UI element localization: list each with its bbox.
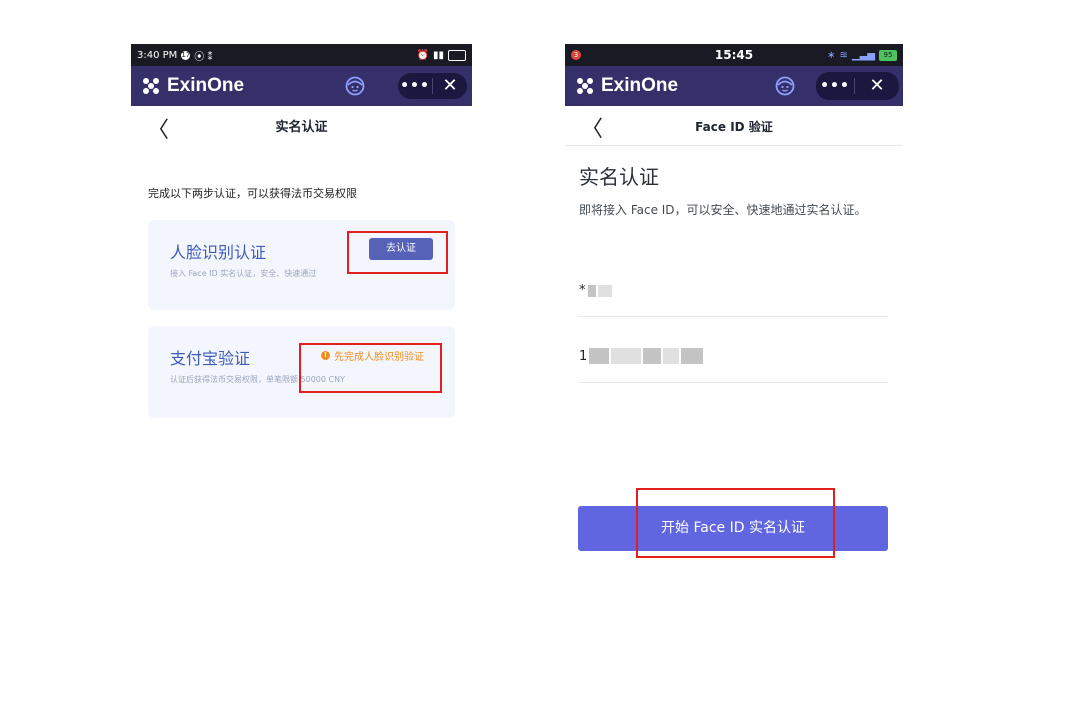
right-screen: 3 15:45 ∗ ≋ ▁▃▅ 95 ExinOne ••• ✕ 〈 Face …	[565, 44, 903, 564]
alipay-verify-title: 支付宝验证	[170, 349, 251, 368]
left-screen: 3:40 PM 17 ⦿ ⁑ ⏰ ▮▮ ExinOne ••• ✕ 〈 实名认证…	[131, 44, 472, 444]
redacted-block	[589, 348, 610, 364]
redacted-block	[611, 348, 642, 364]
start-face-id-button[interactable]: 开始 Face ID 实名认证	[578, 506, 888, 551]
redacted-block	[663, 348, 680, 364]
status-misc-icons: ⦿ ⁑	[194, 51, 213, 63]
more-icon[interactable]: •••	[816, 78, 854, 94]
field-divider	[578, 316, 888, 317]
warning-text: 先完成人脸识别验证	[334, 352, 424, 363]
app-header: ExinOne ••• ✕	[131, 66, 472, 106]
alipay-verify-desc: 认证后获得法币交易权限，单笔限额 50000 CNY	[170, 375, 345, 384]
brand: ExinOne	[141, 75, 244, 97]
app-header: ExinOne ••• ✕	[565, 66, 903, 106]
intro-text: 完成以下两步认证，可以获得法币交易权限	[148, 187, 357, 200]
mini-program-capsule: ••• ✕	[816, 72, 899, 100]
start-verify-button[interactable]: 去认证	[369, 238, 433, 260]
field-divider	[578, 382, 888, 383]
close-icon[interactable]: ✕	[433, 73, 467, 99]
brand: ExinOne	[575, 75, 678, 97]
mini-program-capsule: ••• ✕	[398, 73, 467, 99]
battery-icon	[448, 49, 466, 61]
status-bar: 3 15:45 ∗ ≋ ▁▃▅ 95	[565, 44, 903, 66]
back-arrow-icon[interactable]: 〈	[581, 111, 603, 143]
redacted-block	[587, 284, 596, 297]
alarm-icon: ⏰	[416, 49, 429, 61]
back-arrow-icon[interactable]: 〈	[147, 112, 169, 144]
app-name: ExinOne	[167, 75, 245, 96]
face-avatar-icon[interactable]	[345, 76, 365, 96]
page-title: Face ID 验证	[695, 119, 773, 134]
section-description: 即将接入 Face ID，可以安全、快速地通过实名认证。	[579, 203, 867, 217]
warning-icon: !	[321, 351, 330, 360]
close-icon[interactable]: ✕	[855, 73, 899, 99]
alipay-verify-card: 支付宝验证 认证后获得法币交易权限，单笔限额 50000 CNY ! 先完成人脸…	[148, 326, 455, 418]
status-time: 3:40 PM	[137, 49, 178, 61]
bluetooth-icon: ∗	[827, 49, 836, 61]
face-verify-title: 人脸识别认证	[170, 243, 267, 262]
page-title: 实名认证	[275, 119, 328, 135]
app-name: ExinOne	[601, 75, 679, 96]
status-bar: 3:40 PM 17 ⦿ ⁑ ⏰ ▮▮	[131, 44, 472, 66]
notification-badge: 3	[571, 50, 581, 60]
section-heading: 实名认证	[579, 165, 659, 189]
id-number-field: 1	[579, 348, 704, 364]
name-value-prefix: *	[579, 283, 586, 298]
face-verify-card: 人脸识别认证 接入 Face ID 实名认证，安全、快速通过 去认证	[148, 220, 455, 310]
notification-badge: 17	[181, 50, 191, 60]
brand-logo-icon	[141, 76, 161, 96]
redacted-block	[643, 348, 662, 364]
face-avatar-icon[interactable]	[775, 76, 795, 96]
id-value-prefix: 1	[579, 348, 588, 364]
name-field: *	[579, 283, 612, 298]
nav-bar: 〈 Face ID 验证	[565, 106, 903, 146]
nav-divider	[565, 145, 903, 146]
wifi-icon: ≋	[839, 49, 848, 61]
prerequisite-warning: ! 先完成人脸识别验证	[321, 348, 424, 363]
signal-icon: ▮▮	[432, 49, 444, 61]
brand-logo-icon	[575, 76, 595, 96]
signal-icon: ▁▃▅	[851, 49, 875, 61]
face-verify-desc: 接入 Face ID 实名认证，安全、快速通过	[170, 269, 317, 278]
redacted-block	[597, 284, 612, 297]
more-icon[interactable]: •••	[398, 78, 432, 94]
redacted-block	[681, 348, 704, 364]
nav-bar: 〈 实名认证	[131, 106, 472, 144]
battery-icon: 95	[879, 49, 897, 61]
